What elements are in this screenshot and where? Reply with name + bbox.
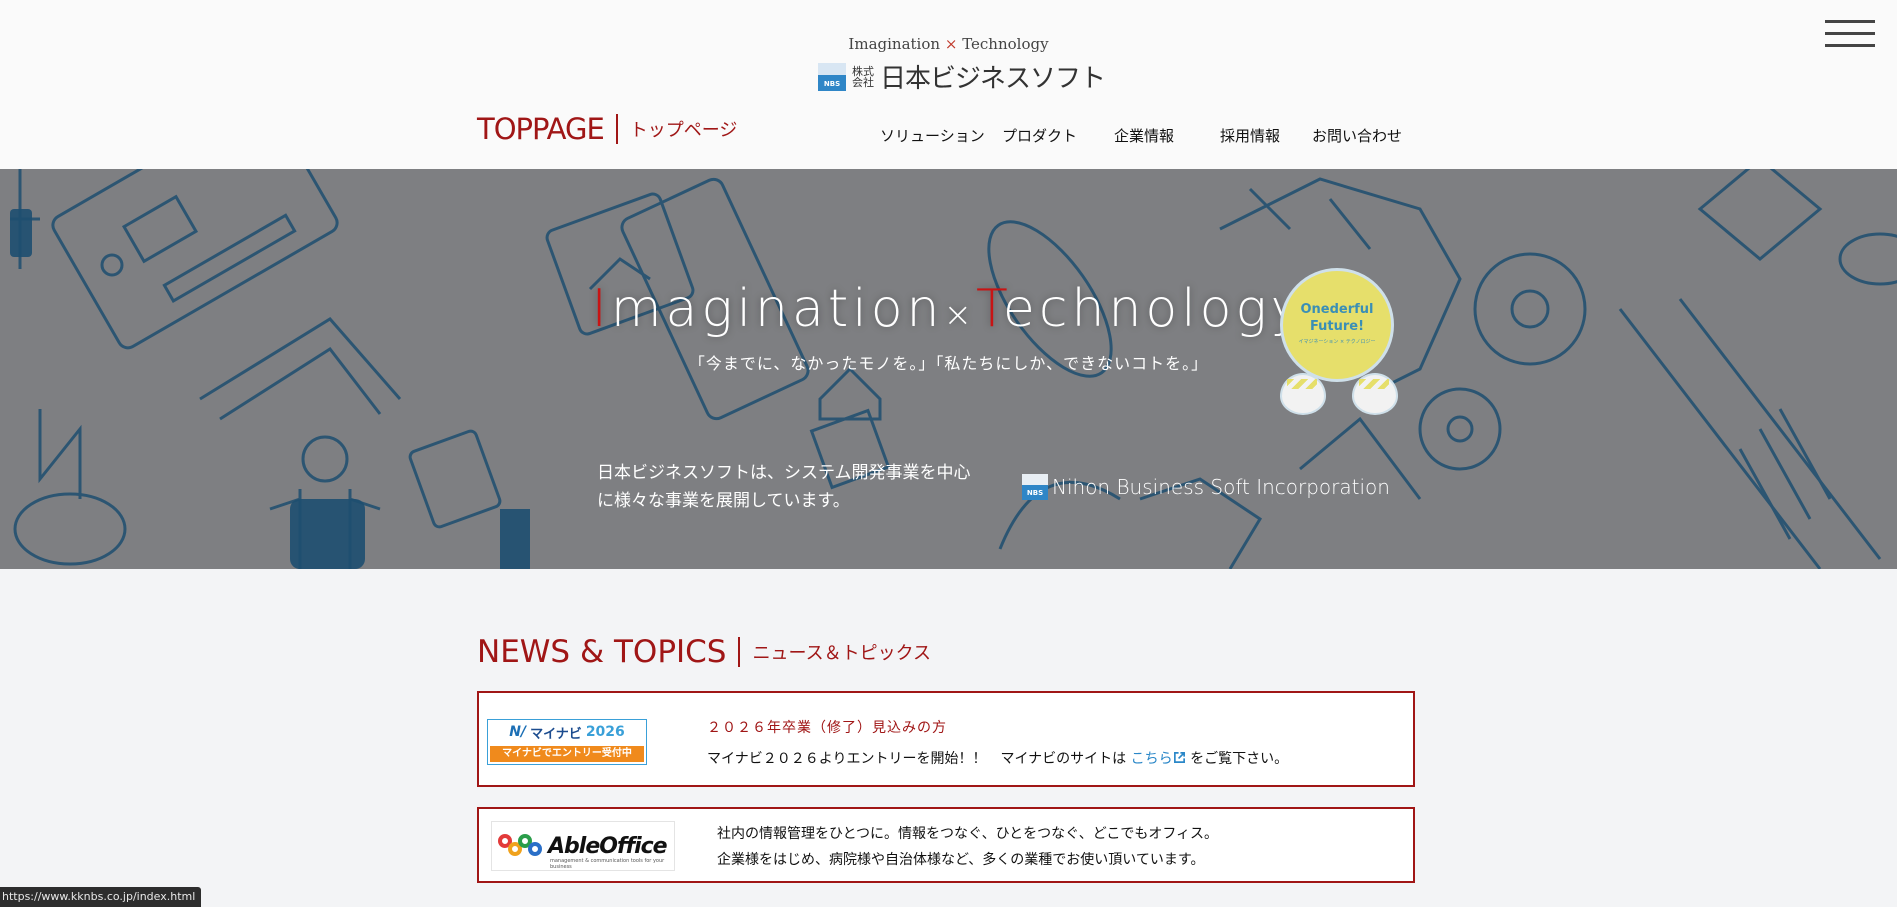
site-header: Imagination × Technology NBS 株式会社 日本ビジネス… xyxy=(0,0,1897,169)
hero-banner: Imagination×Technology 「今までに、なかったモノを。」「私… xyxy=(0,169,1897,569)
news-item-mynavi[interactable]: N/ マイナビ 2026 マイナビでエントリー受付中 ２０２６年卒業（修了）見込… xyxy=(477,691,1415,787)
nbs-mini-logo-icon: NBS xyxy=(1022,474,1048,500)
page-title-en: TOPPAGE xyxy=(477,112,605,146)
hero-description: 日本ビジネスソフトは、システム開発事業を中心 に様々な事業を展開しています。 xyxy=(597,463,971,511)
hero-brand: NBS Nihon Business Soft Incorporation xyxy=(1022,474,1390,500)
company-logo[interactable]: NBS 株式会社 日本ビジネスソフト xyxy=(818,58,1106,95)
ableoffice-banner[interactable]: AbleOffice management & communication to… xyxy=(491,821,675,871)
news-item-line2: 企業様をはじめ、病院様や自治体様など、多くの業種でお使い頂いています。 xyxy=(717,852,1205,868)
tagline-x: × xyxy=(944,35,958,53)
news-item-body: マイナビ２０２６よりエントリーを開始！！ マイナビのサイトは こちら をご覧下さ… xyxy=(707,751,1289,767)
page-title-jp: トップページ xyxy=(629,120,738,141)
logo-tagline: Imagination × Technology xyxy=(0,35,1897,53)
egg-right-icon xyxy=(1352,373,1398,415)
news-title-jp: ニュース＆トピックス xyxy=(752,643,932,664)
nav-item-recruit[interactable]: 採用情報 xyxy=(1220,125,1280,146)
divider xyxy=(738,637,741,667)
nav-item-contact[interactable]: お問い合わせ xyxy=(1312,125,1402,146)
news-heading: NEWS & TOPICS ニュース＆トピックス xyxy=(477,634,931,670)
hero-subtitle: 「今までに、なかったモノを。」「私たちにしか、できないコトを。」 xyxy=(688,354,1209,373)
divider xyxy=(615,114,618,144)
nav-item-product[interactable]: プロダクト xyxy=(1002,125,1077,146)
nbs-logo-icon: NBS xyxy=(818,62,846,91)
logo-company-name: 日本ビジネスソフト xyxy=(880,64,1106,94)
nav-item-company[interactable]: 企業情報 xyxy=(1114,125,1174,146)
news-item-line1: 社内の情報管理をひとつに。情報をつなぐ、ひとをつなぐ、どこでもオフィス。 xyxy=(717,826,1219,842)
external-link-icon xyxy=(1173,752,1185,763)
news-title-en: NEWS & TOPICS xyxy=(477,634,727,670)
tagline-right: Technology xyxy=(962,35,1049,53)
mynavi-link[interactable]: こちら xyxy=(1131,751,1186,767)
ableoffice-logo-icon xyxy=(498,830,542,862)
mynavi-banner[interactable]: N/ マイナビ 2026 マイナビでエントリー受付中 xyxy=(487,719,647,765)
page-heading: TOPPAGE トップページ xyxy=(477,112,737,146)
hero-title: Imagination×Technology xyxy=(591,279,1306,339)
browser-status-url: https://www.kknbs.co.jp/index.html xyxy=(0,887,202,907)
hero-brand-text: Nihon Business Soft Incorporation xyxy=(1052,475,1390,499)
hamburger-menu-icon[interactable] xyxy=(1825,20,1875,52)
mynavi-logo-icon: N/ xyxy=(509,724,527,740)
news-item-title: ２０２６年卒業（修了）見込みの方 xyxy=(707,720,947,736)
logo-kabushiki: 株式会社 xyxy=(852,64,874,89)
tagline-left: Imagination xyxy=(848,35,941,53)
egg-left-icon xyxy=(1280,373,1326,415)
news-item-ableoffice[interactable]: AbleOffice management & communication to… xyxy=(477,807,1415,883)
nav-item-solution[interactable]: ソリューション xyxy=(880,125,985,146)
onederful-future-badge[interactable]: Onederful Future! イマジネーション × テクノロジー xyxy=(1283,271,1391,379)
